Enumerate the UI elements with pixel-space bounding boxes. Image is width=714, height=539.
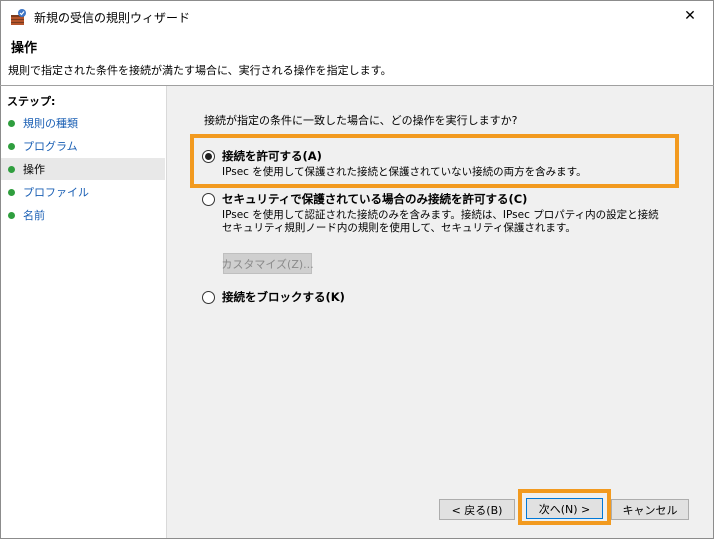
option-label: セキュリティで保護されている場合のみ接続を許可する(C) xyxy=(222,192,528,206)
sidebar-item-action[interactable]: 操作 xyxy=(1,158,165,180)
action-question: 接続が指定の条件に一致した場合に、どの操作を実行しますか? xyxy=(204,114,518,127)
firewall-rule-icon xyxy=(11,9,26,25)
sidebar-item-label: 名前 xyxy=(23,209,45,222)
sidebar-item-label: プロファイル xyxy=(23,186,89,199)
action-panel: 接続が指定の条件に一致した場合に、どの操作を実行しますか? 接続を許可する(A)… xyxy=(168,86,713,538)
back-button[interactable]: < 戻る(B) xyxy=(439,499,515,520)
wizard-body: ステップ: 規則の種類 プログラム 操作 プロファイル 名前 接続が指定の条件に… xyxy=(0,86,714,539)
option-description: IPsec を使用して認証された接続のみを含みます。接続は、IPsec プロパテ… xyxy=(222,209,659,235)
option-description-line: IPsec を使用して保護された接続と保護されていない接続の両方を含みます。 xyxy=(222,166,587,178)
page-title: 操作 xyxy=(11,41,38,56)
sidebar-item-label: 操作 xyxy=(23,163,45,176)
radio-allow[interactable] xyxy=(202,149,215,163)
step-dot-icon xyxy=(8,165,15,173)
option-description-line: IPsec を使用して認証された接続のみを含みます。接続は、IPsec プロパテ… xyxy=(222,209,659,221)
allow-secure-connection-option[interactable]: セキュリティで保護されている場合のみ接続を許可する(C) xyxy=(202,191,527,207)
sidebar-item-program[interactable]: プログラム xyxy=(1,135,165,157)
steps-sidebar: ステップ: 規則の種類 プログラム 操作 プロファイル 名前 xyxy=(1,86,167,538)
sidebar-item-label: プログラム xyxy=(23,140,78,153)
sidebar-item-rule-type[interactable]: 規則の種類 xyxy=(1,112,165,134)
step-dot-icon xyxy=(8,211,15,219)
option-label: 接続を許可する(A) xyxy=(222,149,322,163)
allow-connection-option[interactable]: 接続を許可する(A) xyxy=(202,148,322,164)
option-description-line: セキュリティ規則ノード内の規則を使用して、セキュリティ保護されます。 xyxy=(222,222,576,234)
step-dot-icon xyxy=(8,119,15,127)
sidebar-item-profile[interactable]: プロファイル xyxy=(1,181,165,203)
window-title: 新規の受信の規則ウィザード xyxy=(34,11,191,25)
customize-button[interactable]: カスタマイズ(Z)... xyxy=(221,253,314,274)
cancel-button[interactable]: キャンセル xyxy=(611,499,689,520)
block-connection-option[interactable]: 接続をブロックする(K) xyxy=(202,289,345,305)
option-label: 接続をブロックする(K) xyxy=(222,290,345,304)
wizard-header: 操作 規則で指定された条件を接続が満たす場合に、実行される操作を指定します。 xyxy=(0,31,714,85)
radio-allow-secure[interactable] xyxy=(202,192,215,206)
radio-block[interactable] xyxy=(202,290,215,304)
title-bar: 新規の受信の規則ウィザード ✕ xyxy=(0,0,714,31)
option-description: IPsec を使用して保護された接続と保護されていない接続の両方を含みます。 xyxy=(222,166,587,179)
sidebar-item-label: 規則の種類 xyxy=(23,117,78,130)
close-button[interactable]: ✕ xyxy=(667,1,713,31)
close-icon: ✕ xyxy=(684,8,696,24)
step-dot-icon xyxy=(8,142,15,150)
page-description: 規則で指定された条件を接続が満たす場合に、実行される操作を指定します。 xyxy=(8,64,392,77)
sidebar-item-name[interactable]: 名前 xyxy=(1,204,165,226)
steps-heading: ステップ: xyxy=(7,95,56,108)
step-dot-icon xyxy=(8,188,15,196)
next-button[interactable]: 次へ(N) > xyxy=(526,498,603,519)
